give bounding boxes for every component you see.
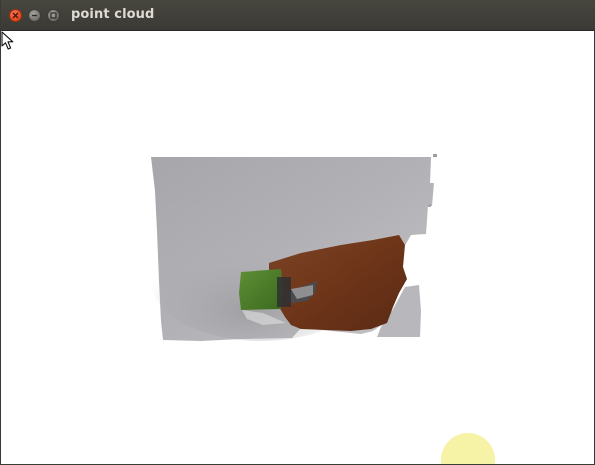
close-button[interactable]	[9, 9, 22, 22]
point-cloud-viewport[interactable]	[1, 31, 594, 464]
maximize-button[interactable]	[47, 9, 60, 22]
green-object	[239, 269, 283, 310]
mouse-pointer-icon	[1, 31, 14, 50]
title-bar[interactable]: point cloud	[1, 0, 595, 31]
point-cloud-render	[151, 154, 437, 341]
minimize-icon	[32, 14, 37, 17]
window-title: point cloud	[71, 7, 155, 22]
maximize-icon	[50, 12, 57, 19]
app-window: point cloud	[0, 0, 595, 465]
minimize-button[interactable]	[28, 9, 41, 22]
close-icon	[12, 12, 19, 19]
